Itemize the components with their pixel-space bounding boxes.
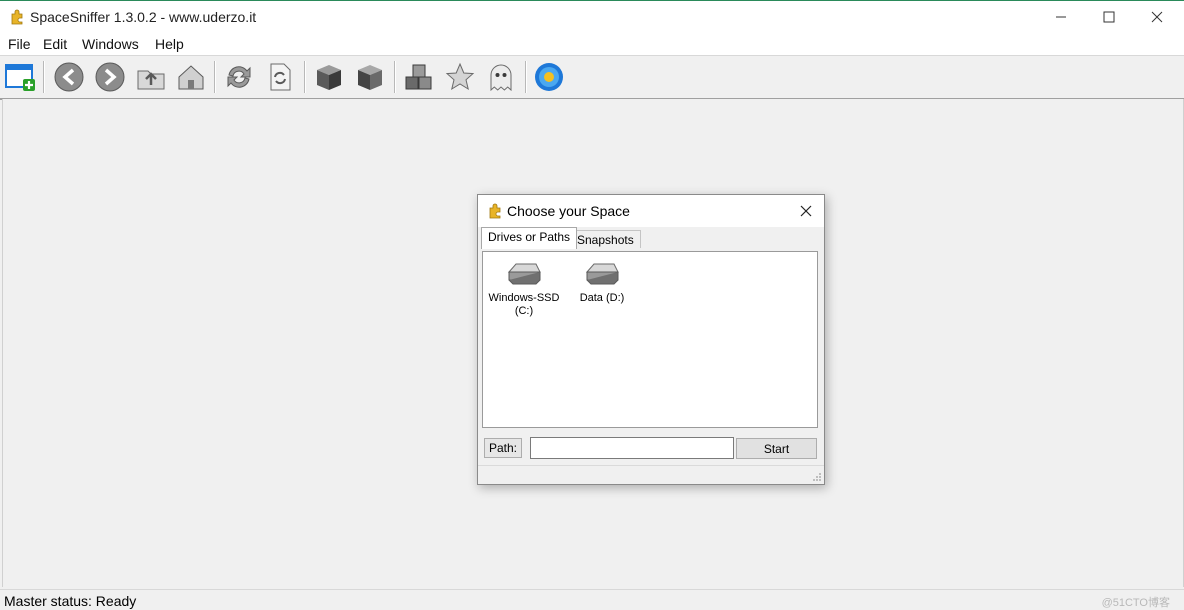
drive-item-c[interactable]: Windows-SSD (C:)	[483, 260, 565, 318]
menu-file[interactable]: File	[8, 36, 31, 52]
hard-drive-icon	[585, 263, 619, 285]
maximize-button[interactable]	[1086, 1, 1132, 33]
close-icon	[800, 205, 812, 217]
toolbar	[0, 56, 1184, 100]
app-puzzle-icon	[11, 9, 23, 25]
dialog-title: Choose your Space	[507, 203, 630, 219]
drive-label: Windows-SSD (C:)	[488, 292, 560, 317]
ghost-button[interactable]	[484, 60, 518, 94]
cubes-icon	[405, 64, 432, 90]
maximize-icon	[1103, 11, 1115, 23]
home-button[interactable]	[174, 60, 208, 94]
window-title: SpaceSniffer 1.3.0.2 - www.uderzo.it	[30, 9, 257, 25]
close-icon	[1151, 11, 1163, 23]
tab-snapshots[interactable]: Snapshots	[570, 230, 641, 248]
resize-grip-icon[interactable]	[812, 472, 822, 482]
hard-drive-icon	[507, 263, 541, 285]
new-window-icon	[5, 64, 35, 91]
close-button[interactable]	[1134, 1, 1180, 33]
start-button[interactable]: Start	[736, 438, 817, 459]
status-text: Master status: Ready	[4, 593, 137, 609]
up-folder-icon	[137, 70, 165, 90]
tab-drives-or-paths[interactable]: Drives or Paths	[481, 227, 578, 249]
forward-icon	[95, 62, 125, 92]
drive-label: Data (D:)	[579, 292, 625, 304]
flower-icon	[535, 63, 563, 91]
star-icon	[445, 62, 475, 91]
status-bar: Master status: Ready @51CTO博客	[0, 589, 1184, 610]
path-button[interactable]: Path:	[484, 438, 522, 458]
menu-bar: File Edit Windows Help	[0, 33, 1184, 56]
minimize-button[interactable]	[1038, 1, 1084, 33]
cube-alt-button[interactable]	[353, 60, 387, 94]
back-button[interactable]	[52, 60, 86, 94]
toolbar-separator	[43, 61, 45, 93]
toolbar-separator	[304, 61, 306, 93]
dialog-close-button[interactable]	[794, 199, 818, 223]
path-input[interactable]	[530, 437, 734, 459]
drive-item-d[interactable]: Data (D:)	[561, 260, 643, 305]
about-button[interactable]	[532, 60, 566, 94]
cube-icon	[317, 65, 341, 90]
minimize-icon	[1056, 16, 1066, 18]
favorites-button[interactable]	[443, 60, 477, 94]
choose-space-dialog: Choose your Space Drives or Paths Snapsh…	[477, 194, 825, 485]
ghost-icon	[490, 64, 512, 92]
dialog-divider	[478, 465, 824, 466]
menu-edit[interactable]: Edit	[43, 36, 67, 52]
home-icon	[178, 65, 204, 90]
watermark: @51CTO博客	[1101, 597, 1170, 609]
toolbar-separator	[525, 61, 527, 93]
cube-button[interactable]	[312, 60, 346, 94]
refresh-icon	[227, 66, 251, 88]
toolbar-separator	[214, 61, 216, 93]
toolbar-separator	[394, 61, 396, 93]
refresh-button[interactable]	[222, 60, 256, 94]
back-icon	[54, 62, 84, 92]
menu-windows[interactable]: Windows	[82, 36, 139, 52]
dialog-title-bar: Choose your Space	[478, 195, 824, 227]
drives-list: Windows-SSD (C:) Data (D:)	[482, 251, 818, 428]
up-folder-button[interactable]	[134, 60, 168, 94]
app-puzzle-icon	[489, 203, 501, 219]
new-window-button[interactable]	[3, 60, 37, 94]
menu-help[interactable]: Help	[155, 36, 184, 52]
refresh-page-button[interactable]	[263, 60, 297, 94]
cube-alt-icon	[358, 65, 382, 90]
forward-button[interactable]	[93, 60, 127, 94]
cubes-button[interactable]	[402, 60, 436, 94]
title-bar: SpaceSniffer 1.3.0.2 - www.uderzo.it	[0, 0, 1184, 33]
refresh-page-icon	[270, 63, 291, 91]
